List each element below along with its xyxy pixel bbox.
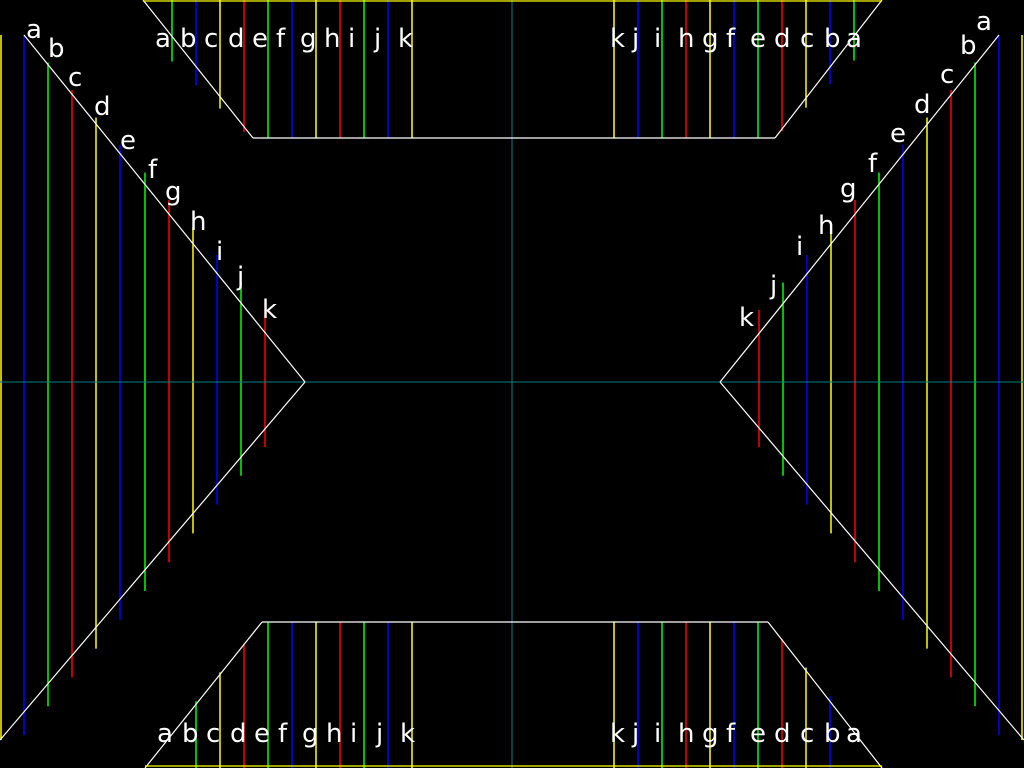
pattern-canvas: a b c d e f g h i j k k j i h g f e d c b aa b c d e f g h i j k k j i h g f e… — [0, 0, 1024, 768]
left-diag-label-f: f — [148, 155, 158, 185]
right-diag-label-a: a — [976, 7, 992, 37]
top-left-label-b: b — [180, 24, 197, 54]
bottom-left-label-c: c — [206, 719, 220, 749]
top-left-label-a: a — [155, 24, 171, 54]
top-left-label-e: e — [252, 24, 268, 54]
top-right-label-b: b — [824, 24, 841, 54]
bottom-right-label-e: e — [750, 719, 766, 749]
top-left-label-i: i — [348, 24, 355, 54]
top-right-label-h: h — [678, 24, 694, 54]
right-diag-label-h: h — [818, 211, 834, 241]
bottom-right-label-k: k — [610, 719, 625, 749]
top-left-label-f: f — [276, 24, 286, 54]
left-diag-label-d: d — [94, 92, 111, 122]
bottom-left-label-i: i — [350, 719, 357, 749]
left-diag-label-g: g — [165, 177, 182, 207]
right-diag-label-d: d — [914, 90, 931, 120]
right-diag-label-k: k — [739, 303, 754, 333]
left-diag-label-b: b — [48, 34, 65, 64]
bottom-left-label-j: j — [375, 719, 383, 749]
bottom-right-label-f: f — [726, 719, 736, 749]
bottom-left-label-d: d — [230, 719, 247, 749]
top-right-label-a: a — [846, 24, 862, 54]
bottom-left-label-a: a — [157, 719, 173, 749]
right-diag-label-g: g — [840, 174, 857, 204]
top-left-label-d: d — [228, 24, 245, 54]
top-right-label-c: c — [800, 24, 814, 54]
right-diag-label-e: e — [890, 119, 906, 149]
left-diag-label-i: i — [216, 237, 223, 267]
bottom-left-label-g: g — [302, 719, 319, 749]
top-right-label-i: i — [654, 24, 661, 54]
bottom-right-label-a: a — [846, 719, 862, 749]
left-diag-label-h: h — [190, 207, 206, 237]
left-diag-label-j: j — [236, 262, 244, 292]
right-diag-label-c: c — [940, 60, 954, 90]
bottom-left-label-h: h — [326, 719, 342, 749]
left-diag-label-k: k — [262, 295, 277, 325]
bottom-left-label-e: e — [254, 719, 270, 749]
top-left-label-g: g — [300, 24, 317, 54]
top-left-label-h: h — [324, 24, 340, 54]
top-right-label-k: k — [610, 24, 625, 54]
bottom-right-label-j: j — [631, 719, 639, 749]
right-diag-label-b: b — [960, 31, 977, 61]
top-right-label-d: d — [774, 24, 791, 54]
right-diag-label-j: j — [769, 271, 777, 301]
right-diag-label-i: i — [796, 232, 803, 262]
bottom-left-label-b: b — [182, 719, 199, 749]
bottom-left-label-k: k — [400, 719, 415, 749]
top-left-label-j: j — [373, 24, 381, 54]
top-left-label-k: k — [398, 24, 413, 54]
left-diag-label-e: e — [120, 126, 136, 156]
top-left-label-c: c — [204, 24, 218, 54]
bottom-left-label-f: f — [278, 719, 288, 749]
bottom-right-label-i: i — [654, 719, 661, 749]
top-right-label-e: e — [750, 24, 766, 54]
bottom-right-label-h: h — [678, 719, 694, 749]
bottom-right-label-g: g — [702, 719, 719, 749]
right-diag-label-f: f — [868, 149, 878, 179]
bottom-right-label-c: c — [800, 719, 814, 749]
left-diag-label-a: a — [26, 15, 42, 45]
top-right-label-g: g — [702, 24, 719, 54]
left-diag-label-c: c — [68, 63, 82, 93]
bottom-right-label-d: d — [774, 719, 791, 749]
top-right-label-f: f — [726, 24, 736, 54]
bottom-right-label-b: b — [824, 719, 841, 749]
top-right-label-j: j — [631, 24, 639, 54]
